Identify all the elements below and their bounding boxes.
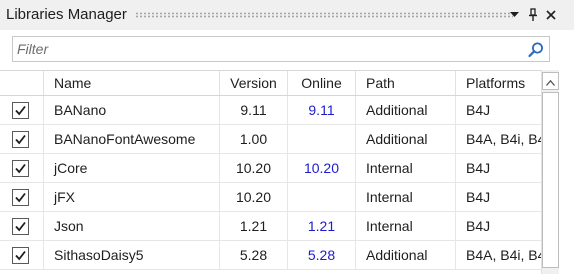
library-name: jCore	[44, 154, 220, 182]
library-path: Additional	[356, 96, 456, 124]
library-checkbox[interactable]	[12, 247, 29, 264]
library-version: 1.00	[220, 125, 288, 153]
table-row[interactable]: jCore 10.20 10.20 Internal B4J	[0, 154, 541, 183]
filter-box	[12, 36, 550, 62]
table-row[interactable]: Json 1.21 1.21 Internal B4J	[0, 212, 541, 241]
row-checkbox-cell	[0, 241, 44, 269]
table-header: Name Version Online Path Platforms	[0, 70, 541, 96]
library-checkbox[interactable]	[12, 189, 29, 206]
table-row[interactable]: BANano 9.11 9.11 Additional B4J	[0, 96, 541, 125]
library-online-version: 5.28	[288, 241, 356, 269]
library-online-version	[288, 183, 356, 211]
library-platforms: B4J	[466, 102, 491, 118]
library-platforms: B4J	[466, 189, 491, 205]
library-checkbox[interactable]	[12, 218, 29, 235]
library-platforms: B4A, B4i, B4J	[466, 247, 541, 263]
library-online-version: 9.11	[288, 96, 356, 124]
filter-bar	[0, 30, 574, 70]
search-icon[interactable]	[527, 41, 545, 59]
library-path: Internal	[356, 212, 456, 240]
close-icon[interactable]	[543, 5, 559, 25]
panel-titlebar: Libraries Manager	[0, 0, 574, 30]
library-platforms: B4J	[466, 160, 491, 176]
libraries-manager-panel: Libraries Manager Filter Name Version On…	[0, 0, 574, 274]
table-row[interactable]: BANanoFontAwesome 1.00 Additional B4A, B…	[0, 125, 541, 154]
scrollbar-thumb[interactable]	[542, 92, 559, 268]
drag-grip[interactable]	[135, 12, 513, 18]
row-checkbox-cell	[0, 96, 44, 124]
table-row[interactable]: SithasoDaisy5 5.28 5.28 Additional B4A, …	[0, 241, 541, 270]
column-header-version[interactable]: Version	[220, 71, 288, 95]
row-checkbox-cell	[0, 212, 44, 240]
library-path: Internal	[356, 183, 456, 211]
pin-icon[interactable]	[525, 5, 541, 25]
library-name: Json	[44, 212, 220, 240]
library-version: 9.11	[220, 96, 288, 124]
scroll-up-button[interactable]	[542, 72, 559, 90]
library-platforms: B4A, B4i, B4J	[466, 131, 541, 147]
table-row[interactable]: jFX 10.20 Internal B4J	[0, 183, 541, 212]
column-header-checkbox[interactable]	[0, 71, 44, 95]
library-checkbox[interactable]	[12, 102, 29, 119]
library-name: jFX	[44, 183, 220, 211]
row-checkbox-cell	[0, 154, 44, 182]
column-header-platforms[interactable]: Platforms	[456, 71, 541, 95]
library-name: SithasoDaisy5	[44, 241, 220, 269]
library-online-version: 10.20	[288, 154, 356, 182]
column-header-name[interactable]: Name	[44, 71, 220, 95]
library-version: 5.28	[220, 241, 288, 269]
library-name: BANano	[44, 96, 220, 124]
library-path: Additional	[356, 125, 456, 153]
library-version: 10.20	[220, 154, 288, 182]
library-online-version: 1.21	[288, 212, 356, 240]
row-checkbox-cell	[0, 183, 44, 211]
column-header-online[interactable]: Online	[288, 71, 356, 95]
library-version: 1.21	[220, 212, 288, 240]
filter-input[interactable]	[17, 39, 517, 59]
window-position-dropdown-icon[interactable]	[506, 5, 522, 25]
vertical-scrollbar[interactable]	[541, 70, 559, 274]
library-version: 10.20	[220, 183, 288, 211]
column-header-path[interactable]: Path	[356, 71, 456, 95]
row-checkbox-cell	[0, 125, 44, 153]
library-path: Additional	[356, 241, 456, 269]
library-name: BANanoFontAwesome	[44, 125, 220, 153]
libraries-table: Name Version Online Path Platforms BANan…	[0, 70, 541, 274]
library-path: Internal	[356, 154, 456, 182]
library-checkbox[interactable]	[12, 160, 29, 177]
panel-title: Libraries Manager	[6, 6, 127, 23]
chevron-up-icon	[546, 73, 555, 89]
library-checkbox[interactable]	[12, 131, 29, 148]
library-online-version	[288, 125, 356, 153]
library-platforms: B4J	[466, 218, 491, 234]
